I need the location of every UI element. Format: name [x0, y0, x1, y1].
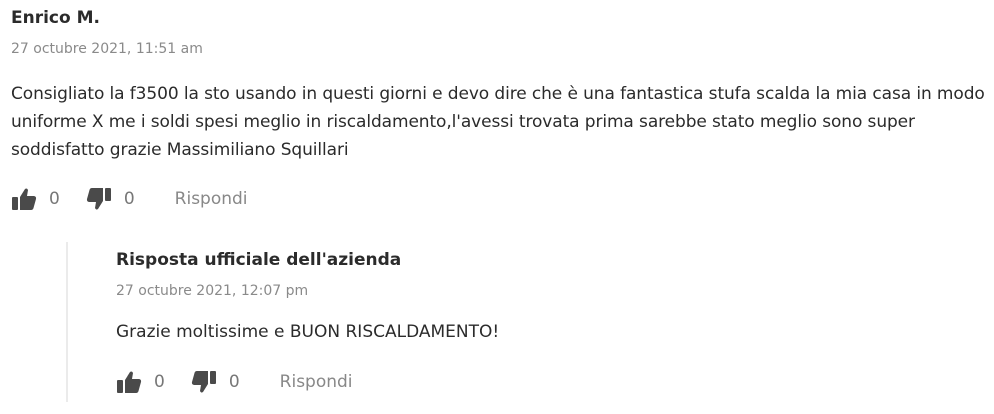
reply-reply-button[interactable]: Rispondi [280, 372, 353, 392]
reply-dislike-count: 0 [228, 372, 240, 392]
reply-like-count: 0 [154, 372, 165, 392]
review-actions: 0 0 Rispondi [11, 186, 248, 212]
review-date: 27 octubre 2021, 11:51 am [11, 41, 203, 57]
company-reply-date: 27 octubre 2021, 12:07 pm [116, 283, 309, 299]
review-text: Consigliato la f3500 la sto usando in qu… [11, 84, 985, 160]
reply-like-button[interactable]: 0 [116, 369, 165, 395]
reply-dislike-button[interactable]: 0 [191, 369, 240, 395]
thumbs-up-icon [11, 186, 37, 212]
review-author: Enrico M. [11, 8, 100, 28]
company-reply-actions: 0 0 Rispondi [116, 369, 353, 395]
reply-button[interactable]: Rispondi [175, 189, 248, 209]
company-reply-text: Grazie moltissime e BUON RISCALDAMENTO! [116, 322, 500, 342]
dislike-count: 0 [123, 189, 135, 209]
like-button[interactable]: 0 [11, 186, 60, 212]
like-count: 0 [49, 189, 60, 209]
company-reply-author: Risposta ufficiale dell'azienda [116, 250, 402, 270]
thumbs-down-icon [191, 369, 217, 395]
thumbs-down-icon [86, 186, 112, 212]
thumbs-up-icon [116, 369, 142, 395]
company-reply: Risposta ufficiale dell'azienda 27 octub… [66, 242, 988, 402]
dislike-button[interactable]: 0 [86, 186, 135, 212]
